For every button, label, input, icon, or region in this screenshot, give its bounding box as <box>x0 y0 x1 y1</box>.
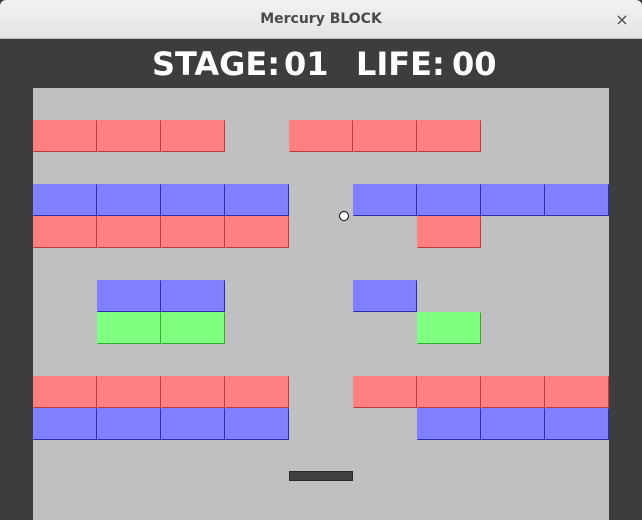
brick-blue <box>417 184 481 216</box>
brick-green <box>97 312 161 344</box>
brick-green <box>161 312 225 344</box>
brick-red <box>225 216 289 248</box>
brick-blue <box>161 280 225 312</box>
brick-red <box>97 120 161 152</box>
life-label: LIFE: <box>356 45 445 83</box>
brick-blue <box>33 184 97 216</box>
brick-red <box>161 120 225 152</box>
brick-blue <box>97 280 161 312</box>
brick-red <box>417 120 481 152</box>
brick-red <box>161 216 225 248</box>
brick-red <box>545 376 609 408</box>
stage-value: 01 <box>284 45 329 83</box>
brick-red <box>97 216 161 248</box>
brick-blue <box>161 184 225 216</box>
brick-red <box>353 120 417 152</box>
brick-red <box>33 376 97 408</box>
window-title: Mercury BLOCK <box>260 11 382 27</box>
brick-red <box>481 376 545 408</box>
brick-red <box>417 376 481 408</box>
brick-green <box>417 312 481 344</box>
stage-label: STAGE: <box>152 45 281 83</box>
brick-blue <box>353 184 417 216</box>
brick-blue <box>545 184 609 216</box>
brick-blue <box>481 408 545 440</box>
brick-red <box>161 376 225 408</box>
life-value: 00 <box>452 45 497 83</box>
brick-red <box>97 376 161 408</box>
brick-blue <box>353 280 417 312</box>
brick-red <box>33 120 97 152</box>
brick-blue <box>225 184 289 216</box>
paddle[interactable] <box>289 471 353 481</box>
brick-red <box>289 120 353 152</box>
ball <box>339 211 349 221</box>
brick-red <box>353 376 417 408</box>
right-wall <box>609 88 640 520</box>
brick-red <box>417 216 481 248</box>
game-window: Mercury BLOCK × STAGE: 01 LIFE: 00 <box>0 0 642 520</box>
title-bar[interactable]: Mercury BLOCK × <box>0 0 642 39</box>
close-icon[interactable]: × <box>612 10 632 30</box>
brick-blue <box>97 408 161 440</box>
brick-blue <box>33 408 97 440</box>
brick-blue <box>417 408 481 440</box>
brick-blue <box>97 184 161 216</box>
brick-blue <box>545 408 609 440</box>
brick-blue <box>161 408 225 440</box>
hud-bar: STAGE: 01 LIFE: 00 <box>2 40 640 88</box>
brick-red <box>225 376 289 408</box>
brick-blue <box>481 184 545 216</box>
brick-red <box>33 216 97 248</box>
play-field[interactable] <box>33 88 609 520</box>
brick-blue <box>225 408 289 440</box>
left-wall <box>2 88 33 520</box>
